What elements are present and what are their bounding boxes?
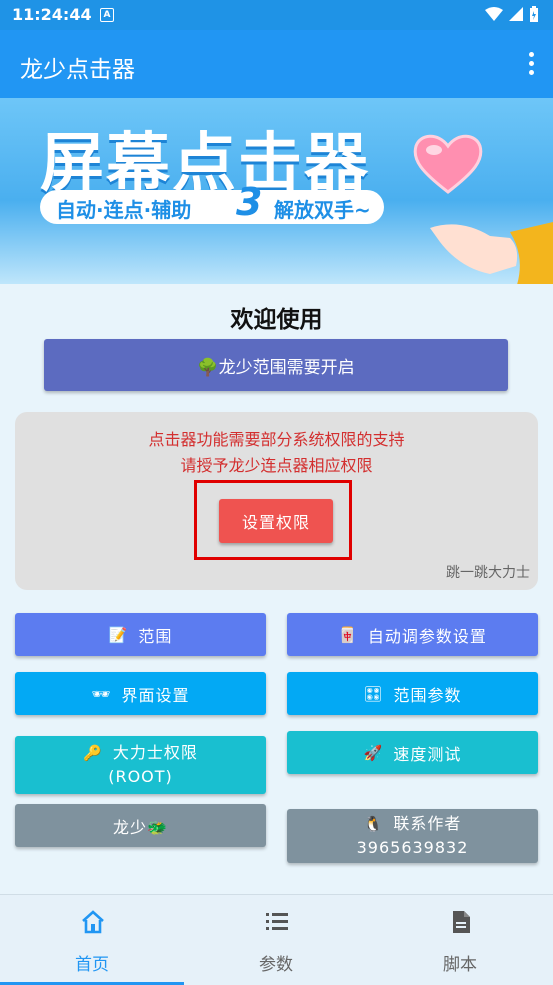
root-button-label: 大力士权限 xyxy=(112,743,198,762)
app-bar: 龙少点击器 xyxy=(0,30,553,98)
ui-settings-label: 界面设置 xyxy=(121,685,190,705)
nav-home-label: 首页 xyxy=(75,955,109,975)
battery-icon xyxy=(530,6,538,22)
wifi-icon xyxy=(485,7,503,21)
control-knobs-icon: 🎛 xyxy=(363,684,384,703)
more-options-icon[interactable] xyxy=(527,52,535,75)
longshao-label: 龙少🐲 xyxy=(113,817,168,837)
signal-icon xyxy=(509,7,523,21)
range-params-label: 范围参数 xyxy=(393,685,462,705)
sunglasses-icon: 🕶 xyxy=(91,684,112,703)
mahjong-icon: 🀄 xyxy=(338,625,358,644)
banner-tag-left: 自动·连点·辅助 xyxy=(56,198,192,222)
permission-message-1: 点击器功能需要部分系统权限的支持 xyxy=(148,430,405,449)
nav-params-label: 参数 xyxy=(259,955,293,975)
contact-title: 🐧 联系作者 xyxy=(364,812,462,836)
notification-icon: A xyxy=(100,8,114,22)
permission-message-2: 请授予龙少连点器相应权限 xyxy=(180,456,373,475)
heart-icon xyxy=(413,134,483,194)
status-time: 11:24:44 xyxy=(12,5,92,24)
nav-params[interactable]: 参数 xyxy=(184,895,368,985)
hand-illustration xyxy=(430,222,553,284)
status-bar: 11:24:44 A xyxy=(0,0,553,30)
root-button-title: 🔑 大力士权限 xyxy=(83,741,198,765)
app-title: 龙少点击器 xyxy=(20,57,135,83)
rocket-icon: 🚀 xyxy=(363,743,384,762)
range-button[interactable]: 📝 范围 xyxy=(15,613,266,656)
nav-script-label: 脚本 xyxy=(443,955,477,975)
longshao-button[interactable]: 龙少🐲 xyxy=(15,804,266,847)
ui-settings-button[interactable]: 🕶 界面设置 xyxy=(15,672,266,715)
penguin-icon: 🐧 xyxy=(363,815,384,833)
banner-tag-number: 3 xyxy=(236,180,263,224)
contact-label: 联系作者 xyxy=(393,814,462,833)
permission-note: 跳一跳大力士 xyxy=(446,565,530,581)
nav-script[interactable]: 脚本 xyxy=(368,895,552,985)
set-permission-button[interactable]: 设置权限 xyxy=(219,499,333,543)
root-button-sub: (ROOT) xyxy=(108,767,173,786)
promo-banner: 屏幕点击器 自动·连点·辅助 3 解放双手~ xyxy=(0,98,553,284)
contact-number: 3965639832 xyxy=(356,838,469,857)
enable-range-button[interactable]: 🌳龙少范围需要开启 xyxy=(44,339,508,391)
contact-author-button[interactable]: 🐧 联系作者 3965639832 xyxy=(287,809,538,863)
document-icon xyxy=(453,911,470,933)
memo-icon: 📝 xyxy=(108,625,129,644)
bottom-navigation: 首页 参数 脚本 xyxy=(0,894,553,985)
home-icon xyxy=(82,910,104,934)
key-icon: 🔑 xyxy=(83,744,103,762)
auto-params-button[interactable]: 🀄 自动调参数设置 xyxy=(287,613,538,656)
speed-test-label: 速度测试 xyxy=(393,744,462,764)
range-button-label: 范围 xyxy=(138,626,173,646)
range-params-button[interactable]: 🎛 范围参数 xyxy=(287,672,538,715)
banner-tag-right: 解放双手~ xyxy=(274,198,371,222)
banner-tagline: 自动·连点·辅助 3 解放双手~ xyxy=(40,180,384,224)
list-icon xyxy=(266,913,288,930)
welcome-heading: 欢迎使用 xyxy=(230,307,323,333)
root-permission-button[interactable]: 🔑 大力士权限 (ROOT) xyxy=(15,736,266,794)
auto-params-label: 自动调参数设置 xyxy=(367,626,487,646)
speed-test-button[interactable]: 🚀 速度测试 xyxy=(287,731,538,774)
permission-card: 点击器功能需要部分系统权限的支持 请授予龙少连点器相应权限 设置权限 跳一跳大力… xyxy=(15,412,538,590)
nav-home[interactable]: 首页 xyxy=(0,895,184,985)
status-icons xyxy=(485,6,539,22)
